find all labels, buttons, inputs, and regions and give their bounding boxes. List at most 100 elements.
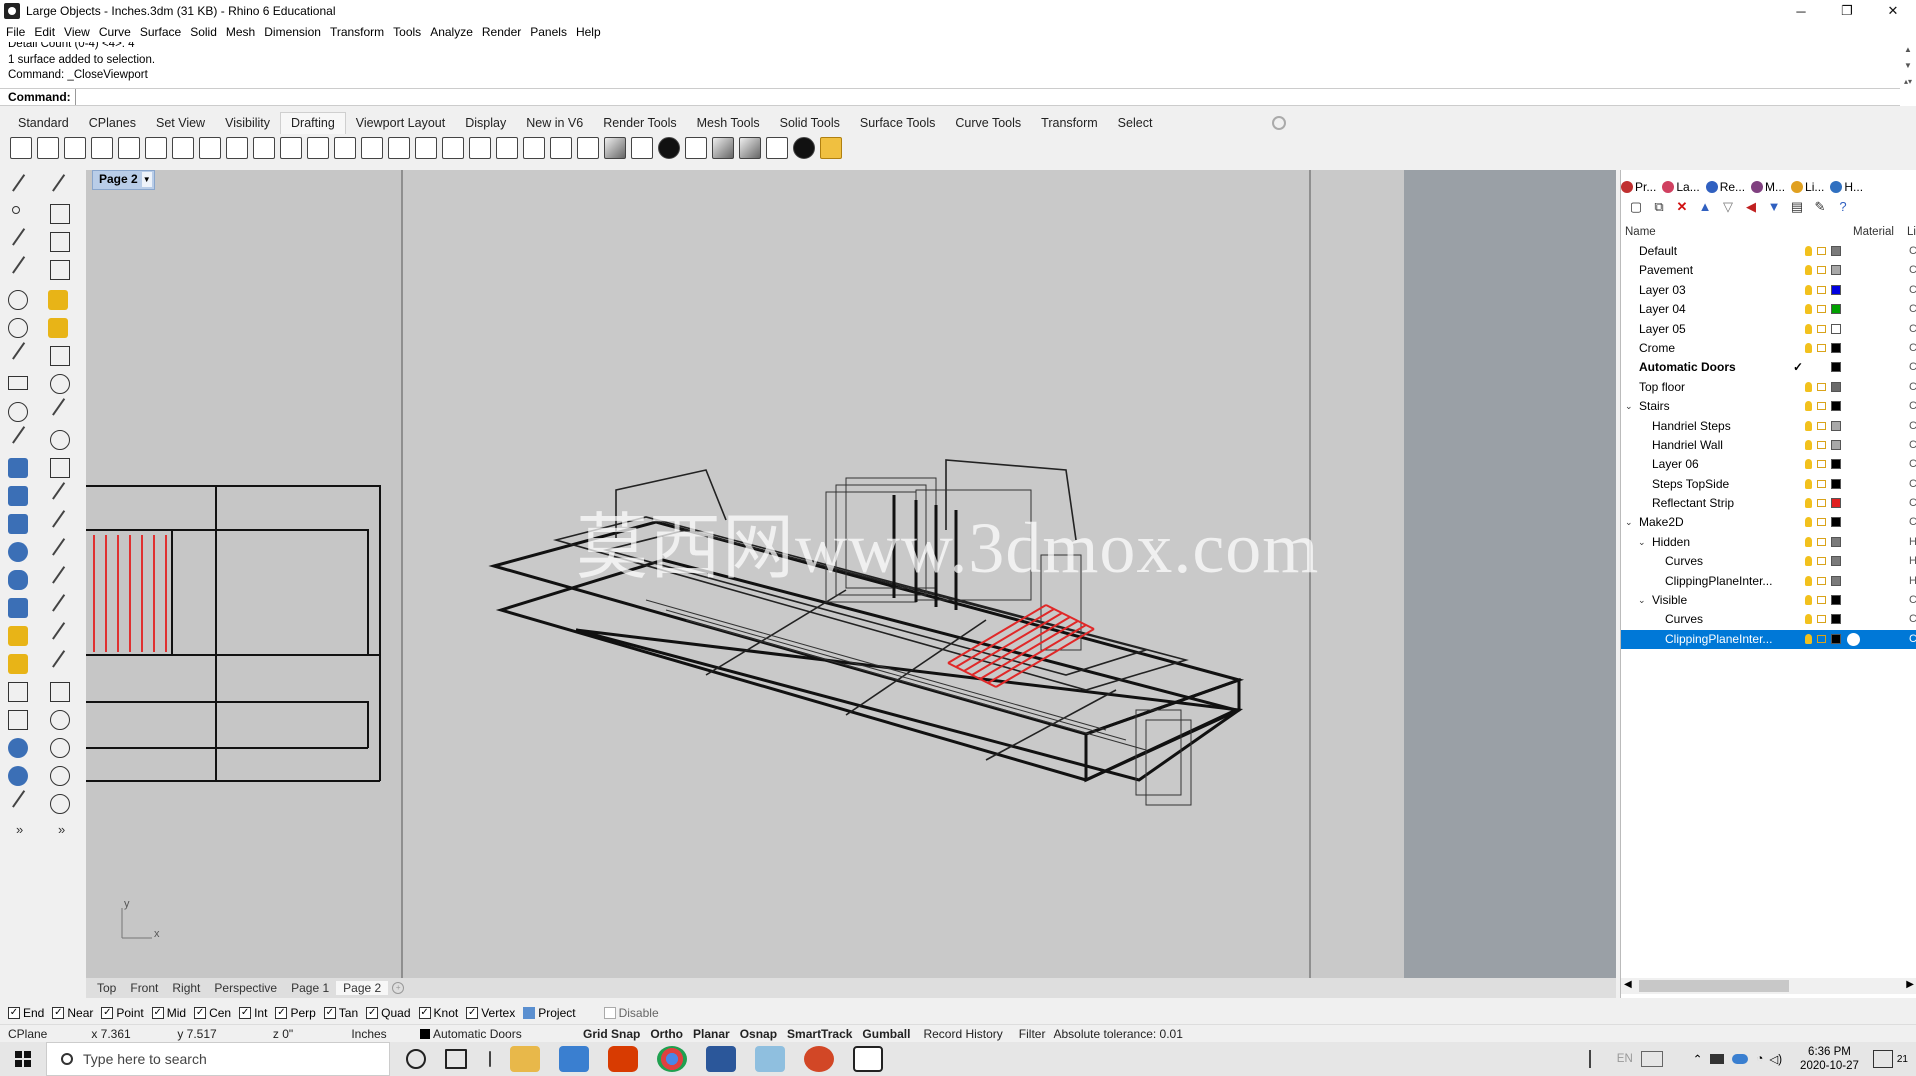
tab-solid-tools[interactable]: Solid Tools <box>770 113 850 134</box>
layer-row[interactable]: ⌄ Visible C <box>1621 591 1916 610</box>
layer-lock-icon[interactable] <box>1817 324 1826 333</box>
layer-color-swatch[interactable] <box>1831 595 1841 606</box>
layer-row[interactable]: Handriel Steps C <box>1621 417 1916 436</box>
extrude-icon[interactable] <box>8 486 28 506</box>
osnap-point[interactable]: ✓ Point <box>101 1006 144 1020</box>
layer-linetype[interactable]: C <box>1909 455 1916 474</box>
layer-row[interactable]: Layer 04 C <box>1621 300 1916 319</box>
contour-icon[interactable] <box>523 137 545 159</box>
print-icon[interactable] <box>685 137 707 159</box>
tab-select[interactable]: Select <box>1108 113 1163 134</box>
taskbar-search[interactable]: Type here to search <box>46 1042 390 1076</box>
viewport-tab-perspective[interactable]: Perspective <box>207 981 284 995</box>
layer-row[interactable]: Curves H <box>1621 552 1916 571</box>
battery-icon[interactable] <box>1710 1054 1725 1064</box>
layer-color-swatch[interactable] <box>1831 323 1841 334</box>
layer-linetype[interactable]: C <box>1909 630 1916 649</box>
block-instance-icon[interactable] <box>8 766 28 786</box>
menu-analyze[interactable]: Analyze <box>430 25 473 39</box>
layer-lock-icon[interactable] <box>1817 518 1826 527</box>
viewport-menu-chevron-icon[interactable]: ▼ <box>141 172 152 187</box>
action-center-icon[interactable] <box>1872 1050 1893 1068</box>
layer-visible-bulb-icon[interactable] <box>1805 556 1812 567</box>
layer-visible-bulb-icon[interactable] <box>1805 304 1812 315</box>
rotate-icon[interactable] <box>50 710 70 730</box>
layer-linetype[interactable]: C <box>1909 397 1916 416</box>
layer-visible-bulb-icon[interactable] <box>1805 342 1812 353</box>
restore-button[interactable]: ❐ <box>1824 0 1870 22</box>
osnap-toggle[interactable]: Osnap <box>735 1027 782 1041</box>
curve-icon[interactable] <box>12 256 40 284</box>
checkbox-icon[interactable]: ✓ <box>101 1007 114 1019</box>
checkbox-icon[interactable]: ✓ <box>52 1007 65 1019</box>
status-current-layer[interactable]: Automatic Doors <box>412 1027 578 1041</box>
layer-linetype[interactable]: C <box>1909 494 1916 513</box>
menu-dimension[interactable]: Dimension <box>264 25 321 39</box>
menu-curve[interactable]: Curve <box>99 25 131 39</box>
clock[interactable]: 6:36 PM 2020-10-27 <box>1800 1045 1859 1073</box>
tab-cplanes[interactable]: CPlanes <box>79 113 146 134</box>
status-cplane[interactable]: CPlane <box>0 1027 68 1041</box>
ellipse-icon[interactable] <box>8 318 28 338</box>
point-icon[interactable] <box>12 206 20 214</box>
more-tools-icon[interactable]: » <box>16 822 36 842</box>
layer-lock-icon[interactable] <box>1817 460 1826 469</box>
cylinder-solid-icon[interactable] <box>8 570 28 590</box>
notepad-icon[interactable] <box>755 1046 785 1072</box>
command-input[interactable] <box>74 89 1880 105</box>
layer-visible-bulb-icon[interactable] <box>1805 439 1812 450</box>
menu-file[interactable]: File <box>6 25 25 39</box>
layer-color-swatch[interactable] <box>1831 556 1841 567</box>
layer-color-swatch[interactable] <box>1831 246 1841 256</box>
layer-row[interactable]: ⌄ Hidden H <box>1621 533 1916 552</box>
chrome-icon[interactable] <box>657 1046 687 1072</box>
leader-icon[interactable] <box>280 137 302 159</box>
make2d-icon[interactable] <box>442 137 464 159</box>
move-to-parent-icon[interactable]: ◀ <box>1744 200 1758 214</box>
layer-linetype[interactable]: C <box>1909 436 1916 455</box>
ortho-toggle[interactable]: Ortho <box>645 1027 688 1041</box>
close-button[interactable]: ✕ <box>1870 0 1916 22</box>
transform-icon[interactable] <box>8 682 28 702</box>
curve-edit-icon[interactable] <box>50 232 70 252</box>
add-viewport-icon[interactable]: + <box>392 982 405 994</box>
rhino-taskbar-icon[interactable] <box>853 1046 883 1072</box>
layer-lock-icon[interactable] <box>1817 499 1826 508</box>
layer-row[interactable]: Automatic Doors ✓ C <box>1621 358 1916 377</box>
layer-states-icon[interactable]: ▤ <box>1790 200 1804 214</box>
layer-color-swatch[interactable] <box>1831 362 1841 373</box>
layer-visible-bulb-icon[interactable] <box>1805 284 1812 295</box>
viewport-tab-front[interactable]: Front <box>123 981 165 995</box>
layer-visible-bulb-icon[interactable] <box>1805 246 1812 256</box>
layer-row[interactable]: Layer 03 C <box>1621 281 1916 300</box>
layer-visible-bulb-icon[interactable] <box>1805 614 1812 625</box>
layer-row[interactable]: Layer 06 C <box>1621 455 1916 474</box>
layer-visible-bulb-icon[interactable] <box>1805 459 1812 470</box>
polyline-icon[interactable] <box>12 228 40 256</box>
osnap-project[interactable]: Project <box>523 1006 576 1020</box>
filter-toggle[interactable]: Filter <box>1011 1027 1054 1041</box>
boolean-icon[interactable] <box>8 598 28 618</box>
tab-visibility[interactable]: Visibility <box>215 113 280 134</box>
layer-lock-icon[interactable] <box>1817 440 1826 449</box>
layer-lock-icon[interactable] <box>1817 576 1826 585</box>
layer-visible-bulb-icon[interactable] <box>1805 381 1812 392</box>
select-points-icon[interactable] <box>52 174 80 202</box>
checkbox-icon[interactable]: ✓ <box>151 1007 164 1019</box>
osnap-vertex[interactable]: ✓ Vertex <box>466 1006 515 1020</box>
input-language[interactable]: EN <box>1617 1053 1633 1065</box>
volume-icon[interactable]: ◁) <box>1769 1052 1782 1066</box>
layer-color-swatch[interactable] <box>1831 401 1841 412</box>
edit-note-icon[interactable] <box>766 137 788 159</box>
osnap-mid[interactable]: ✓ Mid <box>151 1006 186 1020</box>
patch-icon[interactable] <box>52 566 80 594</box>
scale-icon[interactable] <box>50 682 70 702</box>
tab-set-view[interactable]: Set View <box>146 113 215 134</box>
gumball-toggle[interactable]: Gumball <box>857 1027 915 1041</box>
layer-row[interactable]: Reflectant Strip C <box>1621 494 1916 513</box>
layer-lock-icon[interactable] <box>1817 285 1826 294</box>
layer-linetype[interactable]: H <box>1909 533 1916 552</box>
dimension-icon[interactable] <box>8 654 28 674</box>
explode-icon[interactable] <box>48 318 68 338</box>
layer-linetype[interactable]: C <box>1909 591 1916 610</box>
